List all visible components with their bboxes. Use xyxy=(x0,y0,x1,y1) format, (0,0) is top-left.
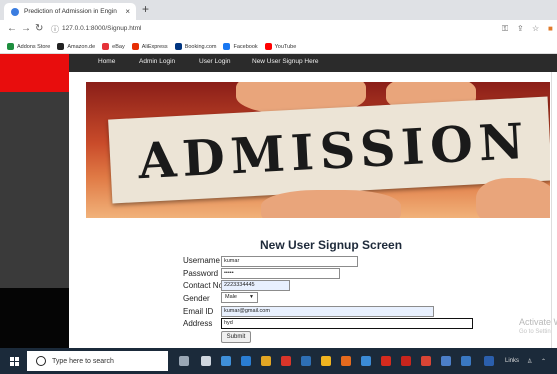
sidebar-panel xyxy=(0,92,69,288)
bookmark-icon xyxy=(174,43,182,50)
contact-input[interactable]: 2223334445 xyxy=(221,280,290,291)
bookmark-icon xyxy=(131,43,139,50)
bookmark-item[interactable]: AliExpress xyxy=(131,43,168,50)
app-icon[interactable] xyxy=(461,356,471,366)
pdf-icon[interactable] xyxy=(381,356,391,366)
nav-user-login[interactable]: User Login xyxy=(199,58,230,65)
tab-close-icon[interactable]: × xyxy=(125,7,130,16)
page-edge xyxy=(551,72,557,348)
bookmark-label: eBay xyxy=(112,43,125,50)
app-icon[interactable] xyxy=(361,356,371,366)
email-input[interactable]: kumar@gmail.com xyxy=(221,306,434,317)
bookmark-label: Facebook xyxy=(233,43,258,50)
links-toolbar[interactable]: Links xyxy=(505,358,519,364)
app-icon[interactable] xyxy=(441,356,451,366)
share-icon[interactable]: ⇪ xyxy=(517,24,524,33)
bookmark-label: YouTube xyxy=(274,43,297,50)
form-title: New User Signup Screen xyxy=(260,238,403,252)
password-input[interactable]: ••••• xyxy=(221,268,340,279)
bookmark-label: AliExpress xyxy=(141,43,168,50)
browser-tabstrip: Prediction of Admission in Engin × + xyxy=(0,0,557,20)
bookmark-icon xyxy=(57,43,65,50)
mic-icon[interactable] xyxy=(179,356,189,366)
bookmark-item[interactable]: eBay xyxy=(102,43,125,50)
sidebar-footer xyxy=(0,288,69,348)
ie-icon[interactable] xyxy=(241,356,251,366)
taskbar-search[interactable]: Type here to search xyxy=(27,351,168,371)
username-input[interactable]: kumar xyxy=(221,256,358,267)
activate-watermark: Activate W xyxy=(519,317,557,327)
bookmark-icon xyxy=(264,43,272,50)
address-input[interactable]: hyd xyxy=(221,318,473,329)
firefox-icon[interactable] xyxy=(341,356,351,366)
bookmark-item[interactable]: Booking.com xyxy=(174,43,217,50)
gender-select[interactable]: Male ▼ xyxy=(221,292,258,303)
chrome-icon[interactable] xyxy=(321,356,331,366)
admission-banner: ADMISSION xyxy=(86,82,550,218)
top-navbar: Home Admin Login User Login New User Sig… xyxy=(69,54,557,72)
nav-signup[interactable]: New User Signup Here xyxy=(252,58,318,65)
windows-start-icon[interactable] xyxy=(10,357,19,366)
task-view-icon[interactable] xyxy=(201,356,211,366)
bookmark-item[interactable]: Addons Store xyxy=(7,43,50,50)
app-icon[interactable] xyxy=(301,356,311,366)
gender-value: Male xyxy=(225,294,237,300)
file-explorer-icon[interactable] xyxy=(261,356,271,366)
bookmark-item[interactable]: Amazon.de xyxy=(57,43,95,50)
back-icon[interactable]: ← xyxy=(7,23,17,34)
tab-title: Prediction of Admission in Engin xyxy=(24,8,117,15)
edge-icon[interactable] xyxy=(221,356,231,366)
password-label: Password xyxy=(183,269,219,278)
app-icon[interactable] xyxy=(401,356,411,366)
star-icon[interactable]: ☆ xyxy=(532,24,539,33)
sidebar-accent xyxy=(0,54,69,92)
chevron-up-icon[interactable]: ⌃ xyxy=(541,358,546,365)
globe-icon xyxy=(11,7,19,16)
bookmark-icon xyxy=(102,43,110,50)
info-icon[interactable]: ⓘ xyxy=(51,24,59,35)
app-icon[interactable] xyxy=(421,356,431,366)
bookmark-item[interactable]: YouTube xyxy=(264,43,297,50)
nav-admin-login[interactable]: Admin Login xyxy=(139,58,175,65)
username-label: Username xyxy=(183,256,220,265)
bookmark-icon xyxy=(223,43,231,50)
bookmark-icon xyxy=(7,43,14,50)
gender-label: Gender xyxy=(183,294,210,303)
activate-watermark-sub: Go to Settin xyxy=(519,329,551,335)
bookmark-item[interactable]: Facebook xyxy=(223,43,258,50)
search-icon xyxy=(36,356,46,366)
reload-icon[interactable]: ↻ xyxy=(35,23,43,34)
hand-shape xyxy=(261,190,401,218)
extension-icon[interactable]: ■ xyxy=(548,24,553,33)
email-label: Email ID xyxy=(183,307,214,316)
bookmark-label: Amazon.de xyxy=(67,43,96,50)
taskbar-search-placeholder: Type here to search xyxy=(52,357,114,365)
new-tab-icon[interactable]: + xyxy=(142,2,149,16)
app-icon[interactable] xyxy=(281,356,291,366)
bookmark-label: Addons Store xyxy=(17,43,51,50)
submit-button[interactable]: Submit xyxy=(221,331,251,343)
key-icon[interactable]: ⚿ xyxy=(502,24,508,34)
contact-label: Contact No xyxy=(183,281,224,290)
bookmark-label: Booking.com xyxy=(184,43,217,50)
address-label: Address xyxy=(183,319,213,328)
people-icon[interactable]: ♙ xyxy=(527,358,532,365)
url-field[interactable]: 127.0.0.1:8000/Signup.html xyxy=(62,25,142,32)
word-icon[interactable] xyxy=(484,356,494,366)
forward-icon[interactable]: → xyxy=(21,23,31,34)
nav-home[interactable]: Home xyxy=(98,58,115,65)
hand-shape xyxy=(476,178,550,218)
chevron-down-icon: ▼ xyxy=(249,294,254,300)
browser-tab[interactable]: Prediction of Admission in Engin × xyxy=(4,3,136,20)
address-bar: ← → ↻ ⓘ 127.0.0.1:8000/Signup.html ⚿ ⇪ ☆… xyxy=(0,20,557,40)
bookmarks-bar: Addons Store Amazon.de eBay AliExpress Booki… xyxy=(0,40,557,54)
